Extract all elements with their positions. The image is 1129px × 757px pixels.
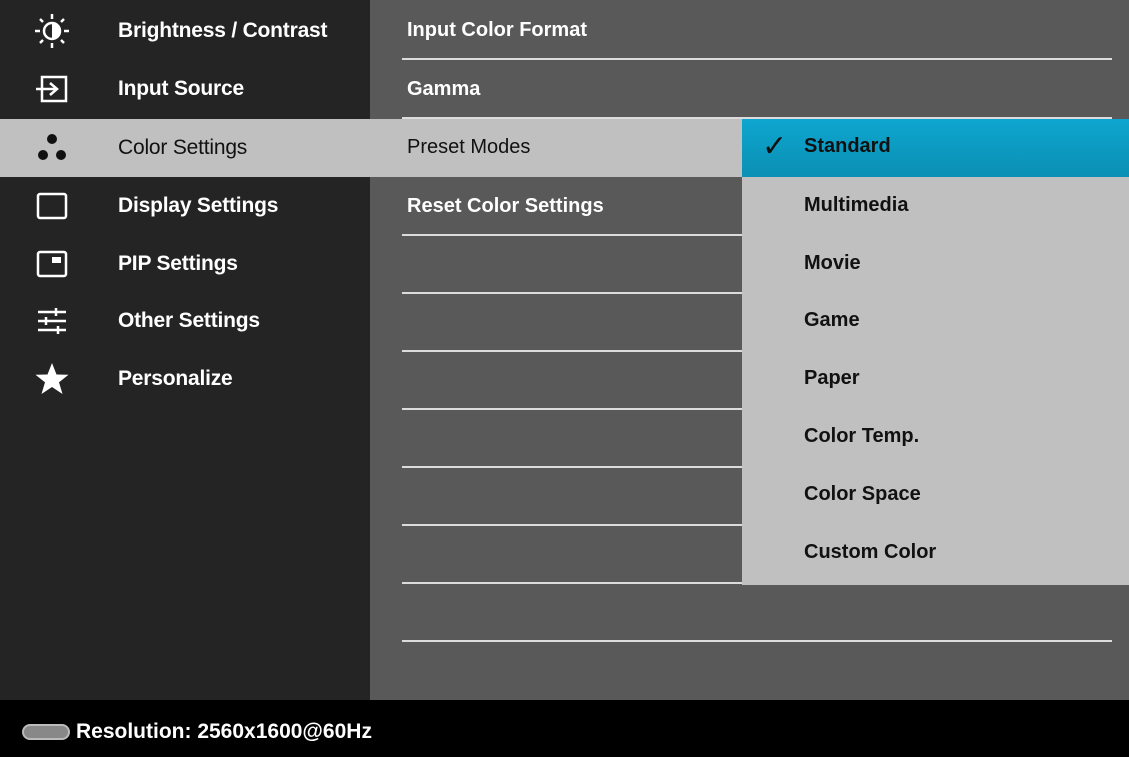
sidebar: Brightness / Contrast Input Source Color…	[0, 0, 370, 700]
preset-option-paper[interactable]: Paper	[742, 351, 1129, 409]
sidebar-item-other-settings[interactable]: Other Settings	[0, 292, 370, 350]
preset-option-label: Multimedia	[804, 194, 909, 216]
menu-item-label: Reset Color Settings	[407, 195, 604, 217]
sidebar-item-personalize[interactable]: Personalize	[0, 350, 370, 408]
preset-option-label: Color Temp.	[804, 425, 920, 447]
pip-icon	[34, 246, 70, 282]
menu-item-empty	[402, 236, 742, 294]
menu-item-label: Input Color Format	[407, 19, 587, 41]
sidebar-item-input-source[interactable]: Input Source	[0, 60, 370, 118]
menu-item-empty	[402, 410, 742, 468]
osd-menu: Brightness / Contrast Input Source Color…	[0, 0, 1129, 700]
preset-option-label: Standard	[804, 135, 891, 157]
preset-option-label: Movie	[804, 252, 861, 274]
display-icon	[34, 188, 70, 224]
menu-item-empty	[402, 584, 1112, 642]
sidebar-item-color-settings[interactable]: Color Settings	[0, 119, 370, 177]
preset-option-game[interactable]: Game	[742, 293, 1129, 351]
menu-item-label: Gamma	[407, 78, 481, 100]
sidebar-item-label: PIP Settings	[118, 252, 238, 275]
sidebar-item-pip-settings[interactable]: PIP Settings	[0, 235, 370, 293]
sidebar-item-display-settings[interactable]: Display Settings	[0, 177, 370, 235]
brightness-icon	[34, 13, 70, 49]
color-settings-icon	[34, 130, 70, 166]
connector-icon	[22, 724, 70, 740]
checkmark-icon: ✓	[762, 129, 788, 164]
menu-item-empty	[402, 468, 742, 526]
sidebar-item-label: Display Settings	[118, 194, 279, 217]
sliders-icon	[34, 303, 70, 339]
preset-option-label: Paper	[804, 367, 860, 389]
input-source-icon	[34, 71, 70, 107]
preset-option-standard[interactable]: ✓ Standard	[742, 119, 1129, 177]
sidebar-item-label: Other Settings	[118, 309, 260, 332]
menu-item-reset-color-settings[interactable]: Reset Color Settings	[402, 178, 742, 236]
star-icon	[34, 361, 70, 397]
menu-item-empty	[402, 294, 742, 352]
preset-option-color-temp[interactable]: Color Temp.	[742, 409, 1129, 467]
preset-modes-list: ✓ Standard Multimedia Movie Game Paper C…	[742, 119, 1129, 585]
preset-option-label: Color Space	[804, 483, 921, 505]
menu-item-gamma[interactable]: Gamma	[402, 61, 1112, 119]
menu-item-label: Preset Modes	[407, 136, 531, 158]
sidebar-item-label: Input Source	[118, 77, 244, 100]
preset-option-movie[interactable]: Movie	[742, 236, 1129, 294]
sidebar-item-label: Color Settings	[118, 136, 248, 159]
status-bar: Resolution: 2560x1600@60Hz	[0, 700, 1129, 757]
preset-option-color-space[interactable]: Color Space	[742, 467, 1129, 525]
menu-item-empty	[402, 352, 742, 410]
menu-item-preset-modes[interactable]: Preset Modes	[370, 119, 742, 177]
resolution-label: Resolution: 2560x1600@60Hz	[76, 720, 372, 743]
preset-option-label: Custom Color	[804, 541, 937, 563]
sidebar-item-label: Brightness / Contrast	[118, 19, 328, 42]
preset-option-label: Game	[804, 309, 860, 331]
sidebar-item-brightness-contrast[interactable]: Brightness / Contrast	[0, 2, 370, 60]
preset-option-multimedia[interactable]: Multimedia	[742, 178, 1129, 236]
menu-item-input-color-format[interactable]: Input Color Format	[402, 2, 1112, 60]
sidebar-item-label: Personalize	[118, 367, 233, 390]
preset-option-custom-color[interactable]: Custom Color	[742, 525, 1129, 583]
